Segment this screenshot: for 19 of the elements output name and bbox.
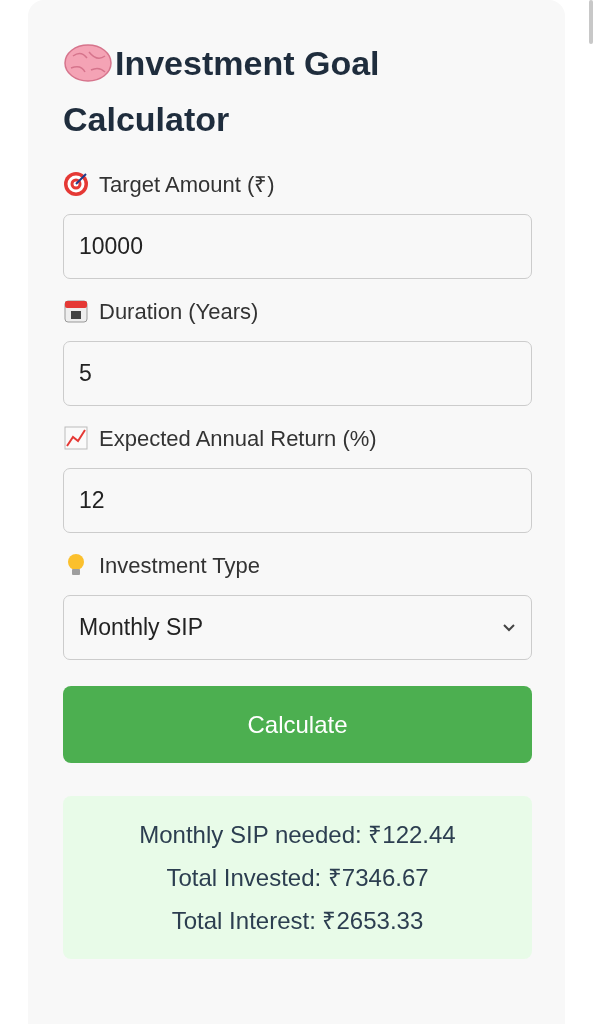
field-label: Expected Annual Return (%): [99, 424, 377, 453]
brain-icon: [63, 42, 113, 84]
scrollbar[interactable]: [589, 0, 593, 44]
input-field[interactable]: 12: [63, 468, 532, 533]
input-field[interactable]: 5: [63, 341, 532, 406]
chart-icon: [63, 425, 89, 451]
field-label: Duration (Years): [99, 297, 259, 326]
result-text: Monthly SIP needed: ₹122.44: [139, 820, 456, 850]
calendar-icon: [63, 298, 89, 324]
result-text: Total Invested: ₹7346.67: [166, 863, 429, 893]
select-dropdown[interactable]: Monthly SIP: [63, 595, 532, 660]
field-label: Target Amount (₹): [99, 170, 275, 199]
result-text: Total Interest: ₹2653.33: [171, 906, 424, 936]
target-icon: [63, 171, 89, 197]
title: Calculator: [63, 99, 231, 140]
title: Investment Goal: [115, 43, 380, 84]
input-field[interactable]: 10000: [63, 214, 532, 279]
field-label: Investment Type: [99, 551, 260, 580]
chevron-down-icon: [502, 622, 516, 633]
